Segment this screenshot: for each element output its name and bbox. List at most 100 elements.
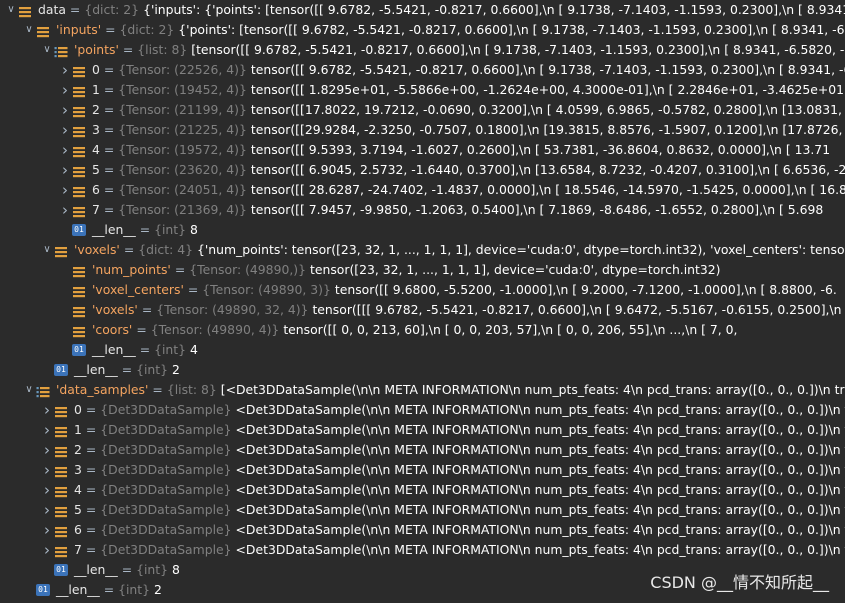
tree-row[interactable]: 'num_points' = {Tensor: (49890,)} tensor([2… bbox=[0, 260, 721, 280]
variable-name: 5 bbox=[92, 162, 100, 177]
tree-row[interactable]: › 2 = {Tensor: (21199, 4)} tensor([[17.8022,… bbox=[0, 100, 845, 120]
tree-row[interactable]: › 2 = {Det3DDataSample} <Det3DDataSample(\n\… bbox=[0, 440, 845, 460]
field-type-icon bbox=[72, 124, 86, 138]
tree-row[interactable]: 01 __len__ = {int} 2 bbox=[0, 580, 162, 600]
chevron-right-icon[interactable]: › bbox=[58, 160, 72, 180]
equals-sign: = bbox=[121, 562, 133, 577]
equals-sign: = bbox=[103, 142, 115, 157]
chevron-right-icon[interactable]: › bbox=[58, 120, 72, 140]
variable-type: {int} bbox=[118, 582, 151, 597]
field-type-icon bbox=[72, 324, 86, 338]
variable-value: <Det3DDataSample(\n\n META INFORMATION\n… bbox=[235, 402, 845, 417]
tree-row[interactable]: 'voxels' = {Tensor: (49890, 32, 4)} tensor(… bbox=[0, 300, 845, 320]
tree-row[interactable]: › 6 = {Det3DDataSample} <Det3DDataSample(\n\… bbox=[0, 520, 845, 540]
chevron-down-icon[interactable]: ∨ bbox=[22, 380, 36, 400]
chevron-right-icon[interactable]: › bbox=[40, 420, 54, 440]
field-type-icon bbox=[72, 64, 86, 78]
tree-row[interactable]: › 0 = {Tensor: (22526, 4)} tensor([[ 9.6782,… bbox=[0, 60, 845, 80]
list-type-icon bbox=[36, 384, 50, 398]
variable-value: tensor([[ 9.6800, -5.5200, -1.0000],\n [… bbox=[334, 282, 837, 297]
chevron-right-icon[interactable]: › bbox=[40, 480, 54, 500]
int-type-icon: 01 bbox=[72, 224, 86, 236]
chevron-right-icon[interactable]: › bbox=[40, 440, 54, 460]
variable-name: 5 bbox=[74, 502, 82, 517]
tree-row[interactable]: 01 __len__ = {int} 4 bbox=[0, 340, 198, 360]
variable-name: 0 bbox=[92, 62, 100, 77]
variable-value: tensor([[ 7.9457, -9.9850, -1.2063, 0.54… bbox=[250, 202, 824, 217]
equals-sign: = bbox=[85, 422, 97, 437]
tree-row[interactable]: ∨ 'inputs' = {dict: 2} {'points': [tensor([[… bbox=[0, 20, 845, 40]
chevron-right-icon[interactable]: › bbox=[58, 180, 72, 200]
equals-sign: = bbox=[103, 582, 115, 597]
tree-row[interactable]: › 3 = {Tensor: (21225, 4)} tensor([[29.9284,… bbox=[0, 120, 845, 140]
tree-row[interactable]: ∨ 'voxels' = {dict: 4} {'num_points': tensor… bbox=[0, 240, 845, 260]
variable-value: tensor([[[ 9.6782, -5.5421, -0.8217, 0.6… bbox=[312, 302, 845, 317]
variable-name: 'points' bbox=[74, 42, 119, 57]
field-type-icon bbox=[54, 484, 68, 498]
field-type-icon bbox=[72, 284, 86, 298]
chevron-down-icon[interactable]: ∨ bbox=[40, 40, 54, 60]
chevron-down-icon[interactable]: ∨ bbox=[22, 20, 36, 40]
tree-row[interactable]: 01 __len__ = {int} 2 bbox=[0, 360, 180, 380]
variable-type: {Tensor: (22526, 4)} bbox=[118, 62, 247, 77]
chevron-right-icon[interactable]: › bbox=[58, 80, 72, 100]
tree-row[interactable]: ∨ 'points' = {list: 8} [tensor([[ 9.6782, -5… bbox=[0, 40, 845, 60]
equals-sign: = bbox=[85, 462, 97, 477]
variable-value: <Det3DDataSample(\n\n META INFORMATION\n… bbox=[235, 462, 845, 477]
equals-sign: = bbox=[174, 262, 186, 277]
tree-row[interactable]: 01 __len__ = {int} 8 bbox=[0, 220, 198, 240]
chevron-right-icon[interactable]: › bbox=[58, 60, 72, 80]
chevron-right-icon[interactable]: › bbox=[40, 540, 54, 560]
variable-name: __len__ bbox=[56, 582, 100, 597]
debugger-variables-tree: ∨ data = {dict: 2} {'inputs': {'points': [te… bbox=[0, 0, 845, 603]
tree-row[interactable]: ∨ 'data_samples' = {list: 8} [<Det3DDataSamp… bbox=[0, 380, 845, 400]
tree-row[interactable]: ∨ data = {dict: 2} {'inputs': {'points': [te… bbox=[0, 0, 845, 20]
chevron-right-icon[interactable]: › bbox=[40, 500, 54, 520]
tree-row[interactable]: › 6 = {Tensor: (24051, 4)} tensor([[ 28.6287… bbox=[0, 180, 845, 200]
tree-row[interactable]: › 4 = {Tensor: (19572, 4)} tensor([[ 9.5393,… bbox=[0, 140, 830, 160]
tree-row[interactable]: 'voxel_centers' = {Tensor: (49890, 3)} tens… bbox=[0, 280, 837, 300]
tree-row[interactable]: › 5 = {Det3DDataSample} <Det3DDataSample(\n\… bbox=[0, 500, 845, 520]
chevron-right-icon[interactable]: › bbox=[40, 400, 54, 420]
variable-value: <Det3DDataSample(\n\n META INFORMATION\n… bbox=[235, 522, 845, 537]
variable-type: {dict: 4} bbox=[138, 242, 193, 257]
chevron-right-icon[interactable]: › bbox=[58, 140, 72, 160]
field-type-icon bbox=[54, 524, 68, 538]
tree-row[interactable]: 01 __len__ = {int} 8 bbox=[0, 560, 180, 580]
variable-value: <Det3DDataSample(\n\n META INFORMATION\n… bbox=[235, 542, 845, 557]
variable-type: {Tensor: (24051, 4)} bbox=[118, 182, 247, 197]
chevron-down-icon[interactable]: ∨ bbox=[40, 240, 54, 260]
equals-sign: = bbox=[187, 282, 199, 297]
equals-sign: = bbox=[136, 322, 147, 337]
field-type-icon bbox=[54, 444, 68, 458]
field-type-icon bbox=[72, 144, 86, 158]
variable-type: {Tensor: (19572, 4)} bbox=[118, 142, 247, 157]
tree-row[interactable]: › 7 = {Det3DDataSample} <Det3DDataSample(\n\… bbox=[0, 540, 845, 560]
variable-name: 'voxels' bbox=[92, 302, 138, 317]
tree-row[interactable]: › 7 = {Tensor: (21369, 4)} tensor([[ 7.9457,… bbox=[0, 200, 823, 220]
tree-row[interactable]: › 4 = {Det3DDataSample} <Det3DDataSample(\n\… bbox=[0, 480, 845, 500]
tree-row[interactable]: › 5 = {Tensor: (23620, 4)} tensor([[ 6.9045,… bbox=[0, 160, 845, 180]
equals-sign: = bbox=[123, 242, 135, 257]
variable-value: {'num_points': tensor([23, 32, 1, ..., 1… bbox=[196, 242, 845, 257]
variable-type: {int} bbox=[136, 362, 169, 377]
equals-sign: = bbox=[85, 482, 97, 497]
variable-name: 4 bbox=[92, 142, 100, 157]
tree-row[interactable]: 'coors' = {Tensor: (49890, 4)} tensor([[ 0,… bbox=[0, 320, 738, 340]
variable-value: <Det3DDataSample(\n\n META INFORMATION\n… bbox=[235, 422, 845, 437]
tree-row[interactable]: › 1 = {Tensor: (19452, 4)} tensor([[ 1.8295e… bbox=[0, 80, 845, 100]
variable-name: 6 bbox=[92, 182, 100, 197]
tree-row[interactable]: › 1 = {Det3DDataSample} <Det3DDataSample(\n\… bbox=[0, 420, 845, 440]
chevron-right-icon[interactable]: › bbox=[58, 200, 72, 220]
chevron-down-icon[interactable]: ∨ bbox=[4, 0, 18, 20]
tree-row[interactable]: › 0 = {Det3DDataSample} <Det3DDataSample(\n\… bbox=[0, 400, 845, 420]
list-type-icon bbox=[54, 44, 68, 58]
variable-name: __len__ bbox=[74, 562, 118, 577]
tree-row[interactable]: › 3 = {Det3DDataSample} <Det3DDataSample(\n\… bbox=[0, 460, 845, 480]
variable-value: tensor([[ 6.9045, 2.5732, -1.6440, 0.370… bbox=[250, 162, 845, 177]
variable-value: {'points': [tensor([[ 9.6782, -5.5421, -… bbox=[178, 22, 845, 37]
chevron-right-icon[interactable]: › bbox=[40, 460, 54, 480]
variable-name: 1 bbox=[92, 82, 100, 97]
chevron-right-icon[interactable]: › bbox=[40, 520, 54, 540]
chevron-right-icon[interactable]: › bbox=[58, 100, 72, 120]
